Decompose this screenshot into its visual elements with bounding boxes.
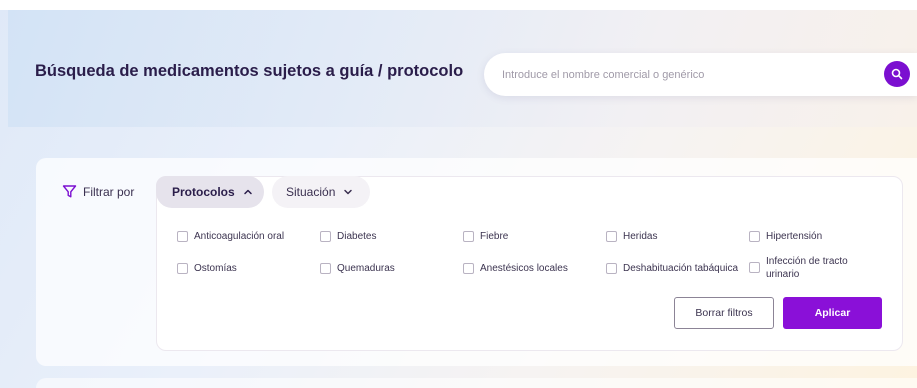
funnel-icon [62, 185, 77, 198]
tab-protocolos-label: Protocolos [172, 185, 235, 199]
tab-situacion-label: Situación [286, 185, 336, 199]
checkbox-box[interactable] [749, 231, 760, 242]
results-section [36, 378, 917, 388]
option-label: Quemaduras [337, 263, 395, 274]
checkbox-infeccion-tracto-urinario[interactable]: Infección de tracto urinario [749, 255, 859, 281]
checkbox-quemaduras[interactable]: Quemaduras [320, 262, 395, 275]
option-label: Heridas [623, 231, 658, 242]
checkbox-box[interactable] [463, 231, 474, 242]
top-bar [0, 0, 917, 10]
apply-button[interactable]: Aplicar [783, 297, 882, 329]
checkbox-box[interactable] [606, 263, 617, 274]
tab-protocolos[interactable]: Protocolos [156, 176, 264, 208]
checkbox-box[interactable] [606, 231, 617, 242]
checkbox-hipertension[interactable]: Hipertensión [749, 230, 822, 243]
chevron-up-icon [243, 189, 252, 195]
option-label: Ostomías [194, 263, 237, 274]
checkbox-box[interactable] [177, 263, 188, 274]
option-label: Deshabituación tabáquica [623, 263, 739, 274]
checkbox-box[interactable] [320, 263, 331, 274]
checkbox-fiebre[interactable]: Fiebre [463, 230, 508, 243]
checkbox-deshabituacion-tabaquica[interactable]: Deshabituación tabáquica [606, 262, 738, 275]
checkbox-box[interactable] [463, 263, 474, 274]
checkbox-box[interactable] [177, 231, 188, 242]
checkbox-anestesicos-locales[interactable]: Anestésicos locales [463, 262, 568, 275]
checkbox-anticoagulacion-oral[interactable]: Anticoagulación oral [177, 230, 284, 243]
checkbox-diabetes[interactable]: Diabetes [320, 230, 376, 243]
filter-by-text: Filtrar por [83, 184, 135, 199]
filter-by-label: Filtrar por [62, 184, 134, 199]
option-label: Diabetes [337, 231, 377, 242]
option-label: Infección de tracto urinario [766, 256, 848, 280]
page-title: Búsqueda de medicamentos sujetos a guía … [35, 62, 464, 80]
option-label: Anestésicos locales [480, 263, 568, 274]
search-box [484, 53, 917, 96]
chevron-down-icon [344, 189, 353, 195]
option-label: Anticoagulación oral [194, 231, 285, 242]
clear-filters-button[interactable]: Borrar filtros [674, 297, 774, 329]
checkbox-box[interactable] [320, 231, 331, 242]
checkbox-heridas[interactable]: Heridas [606, 230, 657, 243]
search-input[interactable] [502, 65, 862, 85]
search-button[interactable] [884, 61, 910, 87]
tab-situacion[interactable]: Situación [272, 176, 370, 208]
checkbox-box[interactable] [749, 262, 760, 273]
option-label: Fiebre [480, 231, 509, 242]
search-icon [891, 68, 903, 80]
checkbox-ostomias[interactable]: Ostomías [177, 262, 237, 275]
option-label: Hipertensión [766, 231, 823, 242]
